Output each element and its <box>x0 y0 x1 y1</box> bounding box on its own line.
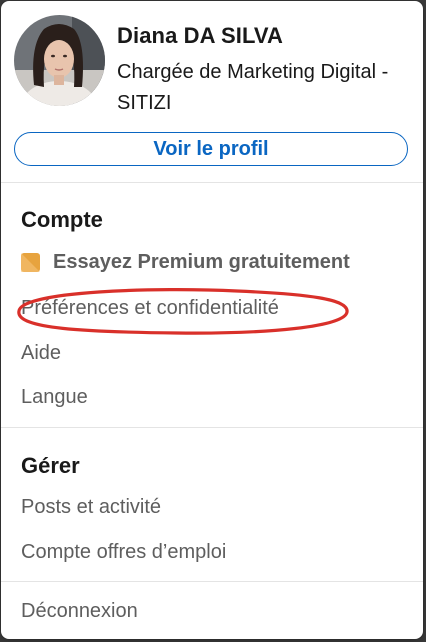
divider <box>1 182 423 183</box>
avatar[interactable] <box>14 15 105 106</box>
profile-headline: Chargée de Marketing Digital - SITIZI <box>117 61 389 114</box>
profile-header: Diana DA SILVA Chargée de Marketing Digi… <box>1 1 423 181</box>
section-title-manage: Gérer <box>21 453 80 478</box>
menu-item-help[interactable]: Aide <box>21 342 61 365</box>
try-premium-link[interactable]: Essayez Premium gratuitement <box>21 251 350 274</box>
divider <box>1 427 423 428</box>
profile-name[interactable]: Diana DA SILVA <box>117 23 283 49</box>
premium-badge-icon <box>21 253 40 272</box>
avatar-photo <box>14 15 105 106</box>
view-profile-button[interactable]: Voir le profil <box>14 132 408 166</box>
menu-item-language[interactable]: Langue <box>21 386 88 409</box>
menu-item-job-posting-account[interactable]: Compte offres d’emploi <box>21 541 226 564</box>
menu-item-posts-activity[interactable]: Posts et activité <box>21 496 161 519</box>
divider <box>1 581 423 582</box>
account-dropdown-menu: Diana DA SILVA Chargée de Marketing Digi… <box>1 1 423 639</box>
section-title-account: Compte <box>21 207 103 232</box>
menu-item-preferences-privacy[interactable]: Préférences et confidentialité <box>21 297 279 320</box>
signout-link[interactable]: Déconnexion <box>21 600 138 623</box>
try-premium-label: Essayez Premium gratuitement <box>53 251 350 273</box>
